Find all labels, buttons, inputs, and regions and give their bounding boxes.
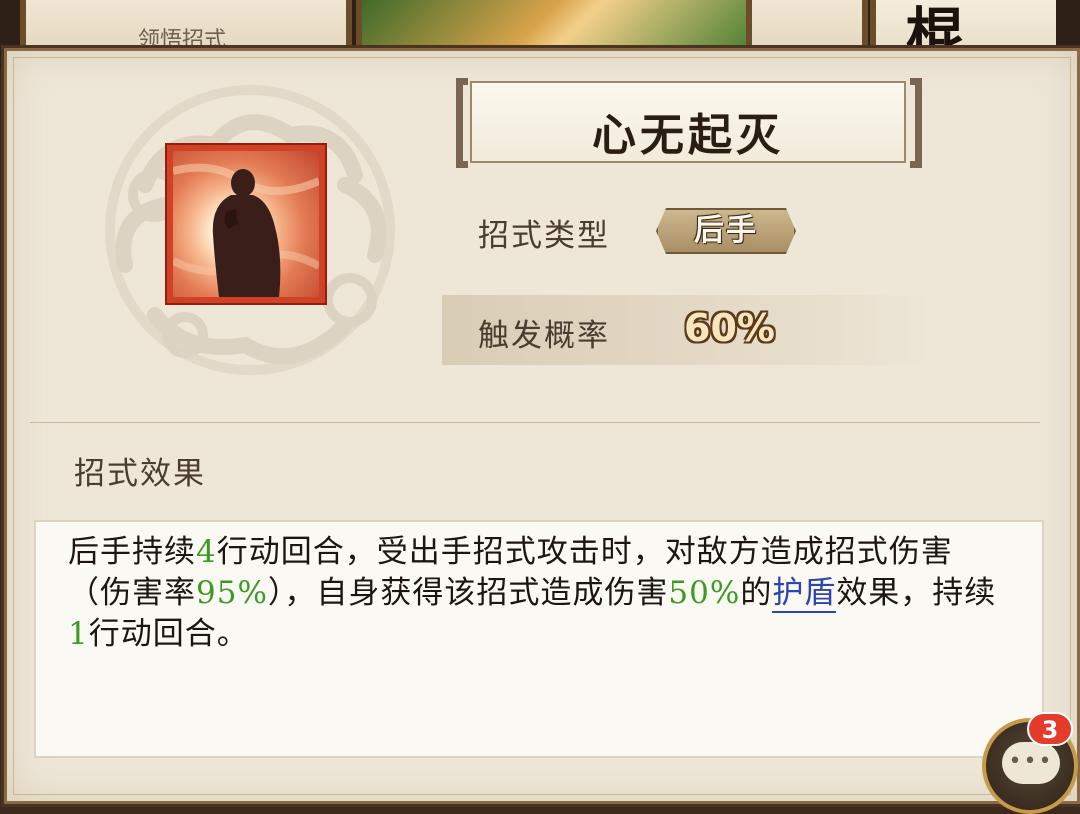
trigger-rate-value: 60% [684,306,775,350]
skill-icon-frame [165,143,327,305]
skill-type-badge: 后手 [656,208,796,254]
meditating-monk-icon [173,151,319,297]
title-bracket-right [910,78,922,168]
shield-keyword-link[interactable]: 护盾 [772,575,837,613]
title-box: 心无起灭 [470,81,906,163]
effect-text-segment: 效果，持续 [836,575,997,611]
chat-dots: ••• [1008,749,1054,774]
effect-text-segment: 行动回合。 [88,616,249,652]
chat-bubble-icon: ••• [1002,742,1060,784]
section-divider [30,422,1040,423]
effect-shield-duration-value: 1 [68,616,89,652]
skill-type-label: 招式类型 [478,218,610,254]
effect-description-text: 后手持续4行动回合，受出手招式攻击时，对敌方造成招式伤害（伤害率95%），自身获… [68,532,998,655]
chat-notification-badge: 3 [1027,712,1073,746]
trigger-rate-label: 触发概率 [478,318,610,354]
effect-duration-value: 4 [196,534,217,570]
effect-shield-percent-value: 50% [668,575,741,611]
effect-description-box: 后手持续4行动回合，受出手招式攻击时，对敌方造成招式伤害（伤害率95%），自身获… [34,520,1044,758]
effect-damage-rate-value: 95% [196,575,268,611]
effect-text-segment: 后手持续 [68,534,196,570]
title-bracket-left [456,78,468,168]
skill-name: 心无起灭 [592,110,784,161]
effect-section-title: 招式效果 [74,456,206,492]
skill-title-frame: 心无起灭 [456,78,922,170]
effect-text-segment: ），自身获得该招式造成伤害 [267,575,669,611]
effect-text-segment: 的 [740,575,773,611]
